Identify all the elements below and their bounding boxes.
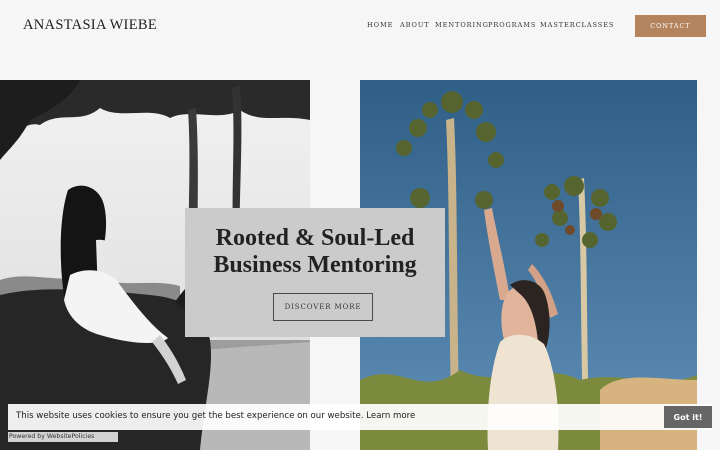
contact-button[interactable]: CONTACT [635, 15, 706, 37]
cookie-message-row: This website uses cookies to ensure you … [16, 411, 415, 421]
nav-about[interactable]: ABOUT [400, 21, 430, 29]
nav-mentoring[interactable]: MENTORING [435, 21, 489, 29]
nav-home[interactable]: HOME [367, 21, 393, 29]
nav-masterclasses[interactable]: MASTERCLASSES [540, 21, 614, 29]
powered-by-link[interactable]: Powered by WebsitePolicies [8, 432, 118, 442]
hero-title-line2: Business Mentoring [213, 252, 417, 278]
hero-title-line1: Rooted & Soul-Led [215, 225, 415, 251]
hero-title: Rooted & Soul-Led Business Mentoring [185, 225, 445, 279]
cookie-message: This website uses cookies to ensure you … [16, 411, 367, 421]
cookie-banner: This website uses cookies to ensure you … [8, 404, 712, 430]
hero-card: Rooted & Soul-Led Business Mentoring DIS… [185, 208, 445, 337]
brand-logo[interactable]: ANASTASIA WIEBE [23, 17, 157, 34]
learn-more-link[interactable]: Learn more [366, 411, 415, 421]
got-it-button[interactable]: Got it! [664, 406, 712, 428]
discover-more-button[interactable]: DISCOVER MORE [273, 293, 373, 321]
site-header: ANASTASIA WIEBE HOME ABOUT MENTORING PRO… [0, 0, 720, 52]
nav-programs[interactable]: PROGRAMS [488, 21, 536, 29]
